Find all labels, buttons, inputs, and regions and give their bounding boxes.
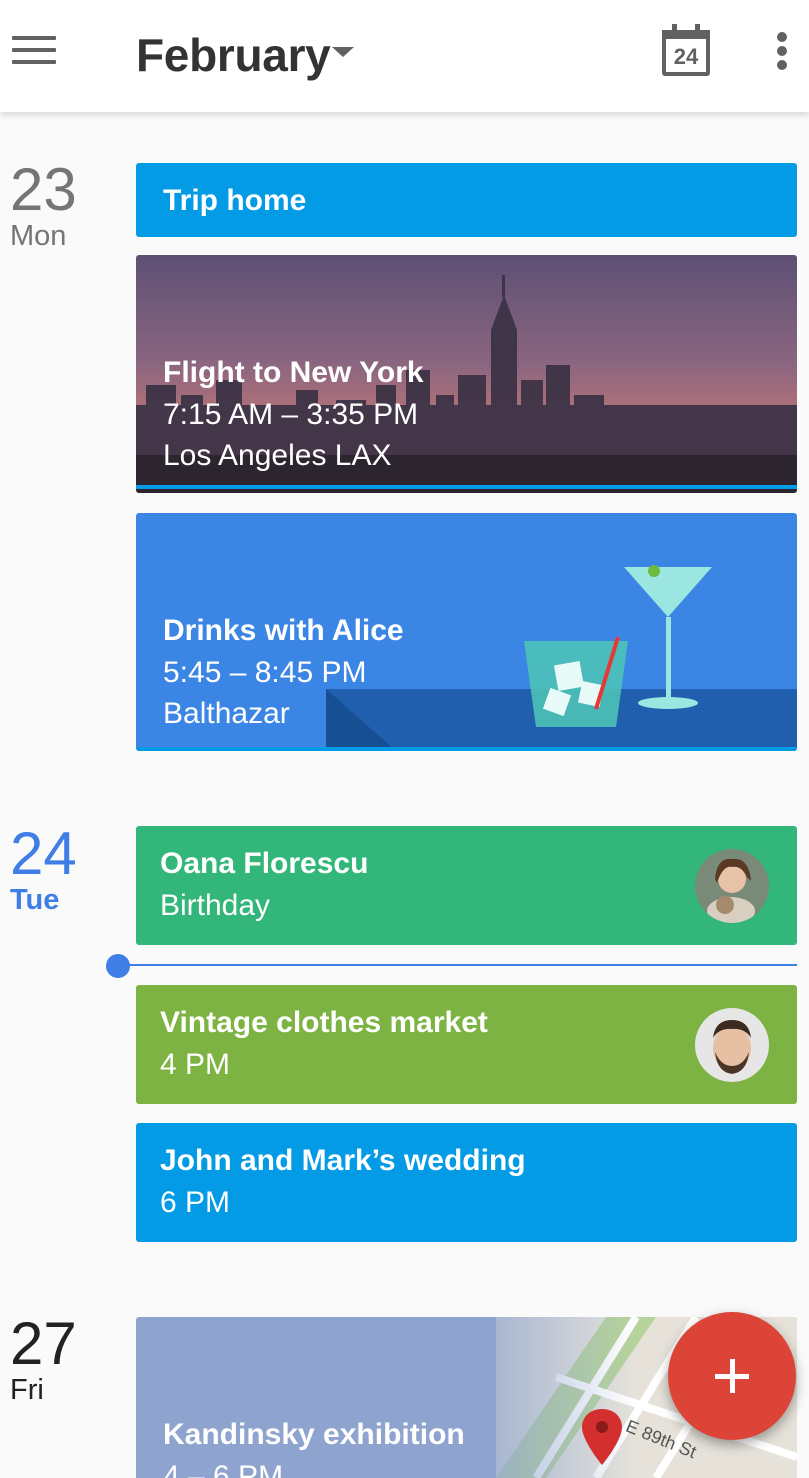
- today-number: 24: [673, 44, 699, 69]
- event-title: John and Mark’s wedding: [160, 1144, 526, 1177]
- day-number: 24: [10, 820, 77, 887]
- event-time: 5:45 – 8:45 PM: [163, 655, 367, 689]
- add-event-button[interactable]: [668, 1312, 796, 1440]
- event-trip-home[interactable]: Trip home: [136, 163, 797, 237]
- menu-icon[interactable]: [12, 36, 56, 70]
- day-weekday: Tue: [10, 884, 60, 916]
- day-number: 27: [10, 1310, 77, 1377]
- day-label-27: 27 Fri: [10, 1314, 77, 1407]
- event-time: 6 PM: [160, 1185, 231, 1219]
- event-title: Flight to New York: [163, 356, 424, 389]
- event-wedding[interactable]: John and Mark’s wedding 6 PM: [136, 1123, 797, 1242]
- overflow-menu-icon[interactable]: [774, 32, 790, 76]
- month-title[interactable]: February: [136, 28, 331, 82]
- event-time: 7:15 AM – 3:35 PM: [163, 397, 419, 431]
- day-label-24: 24 Tue: [10, 824, 77, 917]
- event-drinks[interactable]: Drinks with Alice 5:45 – 8:45 PM Balthaz…: [136, 513, 797, 751]
- event-time: 4 PM: [160, 1047, 231, 1081]
- day-label-23: 23 Mon: [10, 160, 77, 253]
- calendar-today-icon[interactable]: 24: [662, 24, 710, 76]
- current-time-dot: [106, 954, 130, 978]
- event-vintage-market[interactable]: Vintage clothes market 4 PM: [136, 985, 797, 1104]
- event-subtitle: Birthday: [160, 888, 271, 922]
- event-title: Trip home: [163, 184, 307, 217]
- avatar: [695, 849, 769, 923]
- event-flight[interactable]: Flight to New York 7:15 AM – 3:35 PM Los…: [136, 255, 797, 493]
- event-time: 4 – 6 PM: [163, 1459, 284, 1478]
- day-number: 23: [10, 156, 77, 223]
- event-title: Drinks with Alice: [163, 614, 404, 647]
- event-title: Kandinsky exhibition: [163, 1418, 465, 1451]
- dropdown-caret-icon[interactable]: [332, 47, 354, 57]
- event-birthday[interactable]: Oana Florescu Birthday: [136, 826, 797, 945]
- card-accent-line: [136, 747, 797, 751]
- event-title: Oana Florescu: [160, 847, 369, 880]
- event-location: Balthazar: [163, 696, 290, 730]
- event-location: Los Angeles LAX: [163, 438, 392, 472]
- current-time-line: [118, 964, 797, 966]
- day-weekday: Mon: [10, 220, 67, 252]
- event-title: Vintage clothes market: [160, 1006, 488, 1039]
- avatar: [695, 1008, 769, 1082]
- day-weekday: Fri: [10, 1374, 44, 1406]
- app-bar: February 24: [0, 0, 809, 112]
